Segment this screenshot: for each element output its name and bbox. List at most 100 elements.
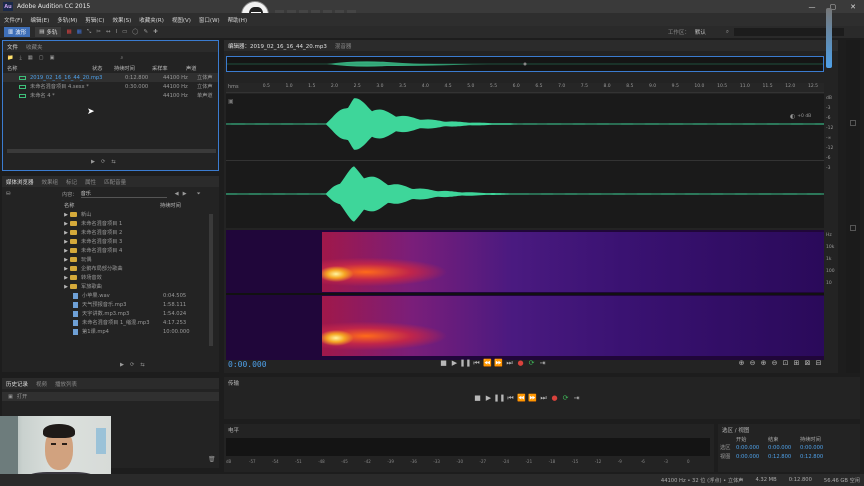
delete-history-icon[interactable]: 🗑 [208,456,216,463]
tab-properties[interactable]: 属性 [85,178,96,186]
marquee-tool-icon[interactable]: ▭ [122,29,127,35]
tab-media-browser[interactable]: 媒体浏览器 [6,178,34,186]
time-ruler[interactable]: hms 0.5 1.0 1.5 2.0 2.5 3.0 3.5 4.0 4.5 5.0 5.5 6.0… [226,83,824,93]
go-end-button[interactable]: ⏭ [538,393,549,403]
list-item[interactable]: ▶ 转场音效 [62,273,219,282]
tab-effects-rack[interactable]: 效果组 [42,178,59,186]
menu-help[interactable]: 帮助(H) [228,16,247,24]
zoom-reset-icon[interactable]: ⊟ [813,358,824,368]
fast-forward-button[interactable]: ⏩ [493,358,504,368]
pause-button[interactable]: ❚❚ [494,393,506,403]
fast-forward-button[interactable]: ⏩ [527,393,538,403]
tab-history[interactable]: 历史记录 [6,380,28,388]
slip-tool-icon[interactable]: ↔ [106,29,111,35]
razor-tool-icon[interactable]: ✂ [96,29,101,35]
waveform-display[interactable]: ▣ [226,94,824,228]
tab-match-loudness[interactable]: 匹配音量 [104,178,126,186]
list-item[interactable]: 天气预报音乐.mp3 1:58.111 [62,300,219,309]
back-icon[interactable]: ◀ [175,191,179,197]
view-end[interactable]: 0:12.800 [768,454,800,460]
search-files-icon[interactable]: ⌕ [120,55,123,62]
stop-button[interactable]: ■ [472,393,483,403]
filter-icon[interactable]: ⏷ [197,191,201,198]
pause-button[interactable]: ❚❚ [460,358,472,368]
list-item[interactable]: 天宇讲数.mp3.mp3 1:54.024 [62,309,219,318]
open-folder-icon[interactable]: 📁 [7,55,13,61]
preview-loop-icon[interactable]: ⟳ [130,362,134,368]
menu-edit[interactable]: 编辑(E) [30,16,49,24]
menu-effects[interactable]: 效果(S) [112,16,131,24]
play-button[interactable]: ▶ [449,358,460,368]
spectral-frequency-icon[interactable]: ▦ [66,29,71,35]
spectral-pitch-icon[interactable]: ▦ [77,29,82,35]
rewind-button[interactable]: ⏪ [516,393,527,403]
tab-editor[interactable]: 编辑器：2019_02_16_16_44_20.mp3 [228,42,327,50]
play-button[interactable]: ▶ [483,393,494,403]
list-item[interactable]: ▶ 未命名混音项目 2 [62,228,219,237]
close-button[interactable]: ✕ [850,3,856,11]
spot-healing-tool-icon[interactable]: ✚ [153,29,158,35]
preview-play-icon[interactable]: ▶ [120,362,124,368]
list-item[interactable]: 小苹果.wav 0:04.505 [62,291,219,300]
list-item[interactable]: 第1课.mp4 10:00.000 [62,327,219,336]
tab-markers[interactable]: 标记 [66,178,77,186]
waveform-mode-button[interactable]: ▥ 波形 [4,27,31,37]
skip-button[interactable]: ⇥ [537,358,548,368]
list-item[interactable]: ▶ 未命名混音项目 3 [62,237,219,246]
menu-multitrack[interactable]: 多轨(M) [57,16,77,24]
zoom-fit-icon[interactable]: ⊠ [802,358,813,368]
content-select[interactable]: 音乐 [80,190,167,198]
close-file-icon[interactable]: ▢ [39,55,44,61]
workspace-select[interactable]: 默认 [695,28,721,36]
file-row[interactable]: 未命名混音项目 4.sesx * 0:30.000 44100 Hz 立体声 [3,82,218,91]
menu-window[interactable]: 窗口(W) [199,16,220,24]
tab-playlist[interactable]: 播放列表 [55,380,77,388]
list-item[interactable]: 未命名混音项目 1_缩混.mp3 4:17.253 [62,318,219,327]
menu-favorites[interactable]: 收藏夹(R) [139,16,164,24]
stop-button[interactable]: ■ [438,358,449,368]
preview-loop-icon[interactable]: ⟳ [101,159,105,165]
go-end-button[interactable]: ⏭ [504,358,515,368]
menu-view[interactable]: 视图(V) [172,16,191,24]
expand-icon[interactable]: ▶ [62,282,70,292]
tab-favorites[interactable]: 收藏夹 [26,43,43,51]
multitrack-mode-button[interactable]: ▤ 多轨 [35,27,62,37]
lasso-tool-icon[interactable]: ◯ [132,29,138,35]
preview-autoplay-icon[interactable]: ⇆ [111,159,115,165]
zoom-selection-icon[interactable]: ⊞ [791,358,802,368]
view-start[interactable]: 0:00.000 [736,454,768,460]
go-start-button[interactable]: ⏮ [505,393,516,403]
loop-button[interactable]: ⟳ [560,393,571,403]
tab-video[interactable]: 视频 [36,380,47,388]
preview-play-icon[interactable]: ▶ [91,159,95,165]
selection-duration[interactable]: 0:00.000 [800,445,823,451]
zoom-out-time-icon[interactable]: ⊖ [769,358,780,368]
minimize-button[interactable]: — [809,3,816,11]
forward-icon[interactable]: ▶ [183,191,187,197]
tab-mixer[interactable]: 混音器 [335,42,352,50]
brush-tool-icon[interactable]: ✎ [143,29,148,35]
media-scrollbar[interactable] [209,214,213,346]
tab-files[interactable]: 文件 [7,43,18,51]
time-selection-tool-icon[interactable]: I [115,29,117,35]
drive-icon[interactable]: ⛁ [6,191,62,197]
gain-control[interactable]: ◐ +0 dB [790,113,811,120]
view-duration[interactable]: 0:12.800 [800,454,823,460]
file-row[interactable]: 2019_02_16_16_44_20.mp3 0:12.800 44100 H… [3,73,218,82]
spectral-display[interactable] [226,230,824,360]
zoom-full-icon[interactable]: ⊡ [780,358,791,368]
file-row[interactable]: 未命名 4 * 44100 Hz 单声道 [3,91,218,100]
move-tool-icon[interactable]: ⤡ [87,29,91,36]
go-start-button[interactable]: ⏮ [471,358,482,368]
list-item[interactable]: ▶ 新山 [62,210,219,219]
overview-bar[interactable] [226,56,824,72]
zoom-in-amplitude-icon[interactable]: ⊕ [736,358,747,368]
record-button[interactable]: ● [515,358,526,368]
volume-slider[interactable] [826,8,832,68]
list-item[interactable]: ▶ 企鹅布局部分歌曲 [62,264,219,273]
list-item[interactable]: ▶ 未命名混音项目 1 [62,219,219,228]
preview-autoplay-icon[interactable]: ⇆ [140,362,144,368]
new-file-icon[interactable]: ▦ [28,55,33,61]
selection-start[interactable]: 0:00.000 [736,445,768,451]
list-item[interactable]: ▶ 玩偶 [62,255,219,264]
